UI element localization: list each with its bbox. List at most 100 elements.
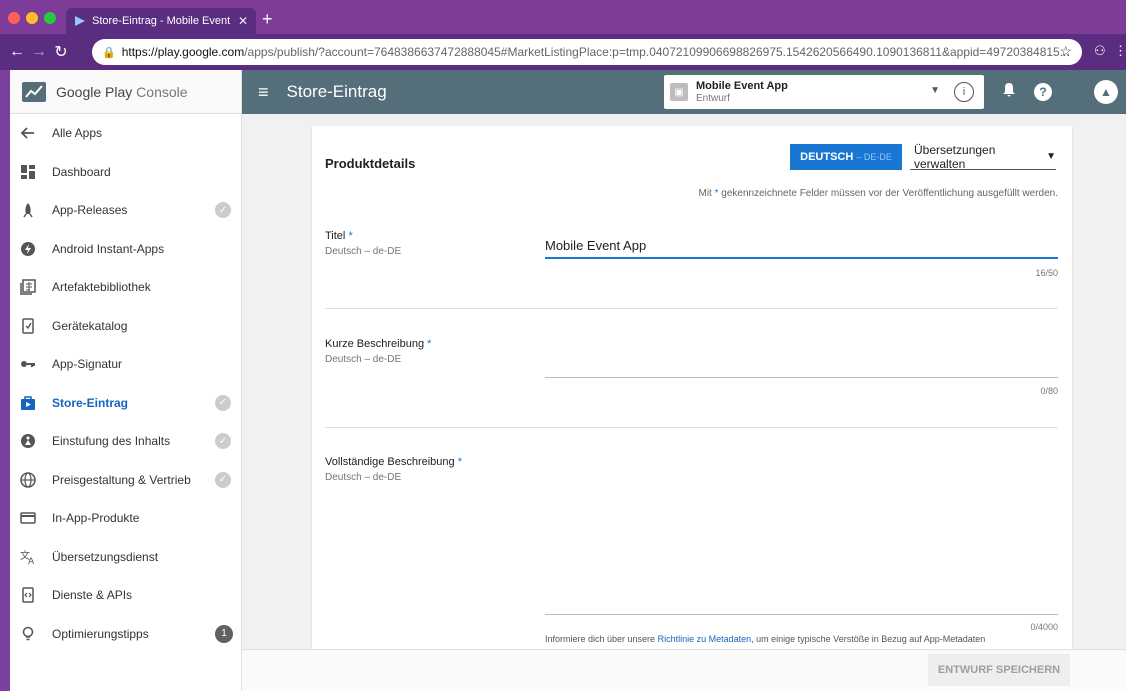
- sidebar-item-label: Alle Apps: [52, 126, 103, 141]
- extension-icon[interactable]: ⚇: [1094, 43, 1106, 59]
- device-icon: [18, 316, 38, 336]
- main-content: Produktdetails DEUTSCH – DE-DE Übersetzu…: [242, 114, 1126, 691]
- close-tab-icon[interactable]: ✕: [238, 14, 248, 28]
- short-description-underline: [545, 377, 1058, 378]
- sidebar-item-label: App-Signatur: [52, 357, 123, 372]
- required-note-star: *: [714, 188, 719, 199]
- sidebar: Google Play Console Alle Apps Dashboard Ap…: [10, 70, 242, 691]
- globe-icon: [18, 470, 38, 490]
- metadata-policy-note: Informiere dich über unsere Richtlinie z…: [545, 634, 985, 644]
- sidebar-item-übersetzungsdienst[interactable]: 文 A Übersetzungsdienst: [10, 538, 241, 577]
- sidebar-item-label: In-App-Produkte: [52, 511, 140, 526]
- new-tab-button[interactable]: +: [262, 9, 273, 29]
- bookmark-star-icon[interactable]: ☆: [1059, 43, 1072, 60]
- full-description-underline: [545, 614, 1058, 615]
- sidebar-item-gerätekatalog[interactable]: Gerätekatalog: [10, 307, 241, 346]
- sidebar-item-store-eintrag[interactable]: Store-Eintrag ✓: [10, 384, 241, 423]
- chevron-down-icon: ▼: [930, 85, 940, 96]
- minimize-window-button[interactable]: [26, 12, 38, 24]
- full-description-input[interactable]: [545, 452, 1058, 612]
- sidebar-item-label: Dienste & APIs: [52, 588, 133, 603]
- product-details-card: Produktdetails DEUTSCH – DE-DE Übersetzu…: [312, 126, 1072, 656]
- sidebar-item-dashboard[interactable]: Dashboard: [10, 153, 241, 192]
- sidebar-item-artefaktebibliothek[interactable]: Artefaktebibliothek: [10, 268, 241, 307]
- sidebar-item-preisgestaltung-vertrieb[interactable]: Preisgestaltung & Vertrieb ✓: [10, 461, 241, 500]
- sidebar-item-in-app-produkte[interactable]: In-App-Produkte: [10, 499, 241, 538]
- sidebar-header: Google Play Console: [10, 70, 241, 114]
- hamburger-menu-icon[interactable]: ≡: [258, 82, 269, 103]
- check-circle-icon: ✓: [215, 433, 231, 450]
- rating-icon: [18, 431, 38, 451]
- short-description-input[interactable]: [545, 346, 1058, 376]
- sidebar-item-label: Store-Eintrag: [52, 395, 129, 410]
- more-menu-icon[interactable]: ⋮: [1114, 43, 1126, 59]
- help-icon[interactable]: ?: [1034, 83, 1052, 101]
- required-note-post: gekennzeichnete Felder müssen vor der Ve…: [721, 188, 1058, 199]
- sidebar-item-einstufung-des-inhalts[interactable]: Einstufung des Inhalts ✓: [10, 422, 241, 461]
- browser-tab-strip: Store-Eintrag - Mobile Event A ✕ +: [0, 0, 1126, 34]
- sidebar-item-label: Gerätekatalog: [52, 318, 128, 333]
- short-description-label-text: Kurze Beschreibung: [325, 338, 425, 350]
- sidebar-item-label: Dashboard: [52, 164, 111, 179]
- sidebar-item-label: Android Instant-Apps: [52, 241, 165, 256]
- sidebar-item-label: App-Releases: [52, 203, 128, 218]
- forward-icon[interactable]: →: [28, 43, 50, 61]
- library-icon: [18, 277, 38, 297]
- card-icon: [18, 508, 38, 528]
- footer-bar: ENTWURF SPEICHERN: [242, 649, 1126, 691]
- sidebar-item-optimierungstipps[interactable]: Optimierungstipps 1: [10, 615, 241, 654]
- key-icon: [18, 354, 38, 374]
- check-circle-icon: ✓: [215, 394, 231, 411]
- account-avatar-icon[interactable]: ▲: [1094, 80, 1118, 104]
- full-description-label: Vollständige Beschreibung *: [325, 456, 462, 468]
- app-header: ≡ Store-Eintrag ▣ Mobile Event App Entwu…: [242, 70, 1126, 114]
- chevron-down-icon: ▼: [1046, 151, 1056, 162]
- sidebar-item-app-signatur[interactable]: App-Signatur: [10, 345, 241, 384]
- language-label: DEUTSCH: [800, 151, 854, 163]
- brand-console: Console: [136, 83, 188, 100]
- required-star: *: [457, 456, 462, 468]
- title-char-counter: 16/50: [1035, 268, 1058, 278]
- app-selector[interactable]: ▣ Mobile Event App Entwurf ▼ i: [664, 75, 984, 109]
- short-description-label: Kurze Beschreibung *: [325, 338, 431, 350]
- arrow-back-icon: [18, 123, 38, 143]
- sidebar-item-alle-apps[interactable]: Alle Apps: [10, 114, 241, 153]
- sidebar-item-android-instant-apps[interactable]: Android Instant-Apps: [10, 230, 241, 269]
- required-note-pre: Mit: [698, 188, 712, 199]
- close-window-button[interactable]: [8, 12, 20, 24]
- required-star: *: [348, 230, 353, 242]
- sidebar-item-app-releases[interactable]: App-Releases ✓: [10, 191, 241, 230]
- brand-google-play: Google Play: [56, 83, 133, 100]
- check-circle-icon: ✓: [215, 202, 231, 219]
- metadata-policy-link[interactable]: Richtlinie zu Metadaten: [658, 634, 752, 644]
- sidebar-item-label: Einstufung des Inhalts: [52, 434, 171, 449]
- title-field-label: Titel *: [325, 230, 353, 242]
- browser-tab[interactable]: Store-Eintrag - Mobile Event A ✕: [66, 8, 256, 34]
- maximize-window-button[interactable]: [44, 12, 56, 24]
- full-description-char-counter: 0/4000: [1030, 622, 1058, 632]
- url-bar[interactable]: 🔒 https://play.google.com/apps/publish/?…: [92, 39, 1082, 65]
- title-input[interactable]: Mobile Event App: [545, 238, 1058, 253]
- count-badge: 1: [215, 624, 233, 643]
- short-description-char-counter: 0/80: [1040, 386, 1058, 396]
- android-app-icon: ▣: [670, 83, 688, 101]
- notifications-bell-icon[interactable]: [1002, 82, 1016, 103]
- brand-name[interactable]: Google Play Console: [56, 84, 188, 100]
- short-description-locale: Deutsch – de-DE: [325, 354, 402, 365]
- info-icon[interactable]: i: [954, 82, 974, 102]
- language-button[interactable]: DEUTSCH – DE-DE: [790, 144, 902, 170]
- full-description-locale: Deutsch – de-DE: [325, 472, 402, 483]
- lock-icon: 🔒: [102, 46, 116, 59]
- sidebar-item-dienste-apis[interactable]: Dienste & APIs: [10, 576, 241, 615]
- title-input-underline: [545, 257, 1058, 259]
- save-draft-button[interactable]: ENTWURF SPEICHERN: [928, 654, 1070, 686]
- full-description-label-text: Vollständige Beschreibung: [325, 456, 455, 468]
- required-fields-note: Mit * gekennzeichnete Felder müssen vor …: [698, 188, 1058, 199]
- bulb-icon: [18, 624, 38, 644]
- dashboard-icon: [18, 162, 38, 182]
- divider: [325, 427, 1058, 428]
- reload-icon[interactable]: ↻: [50, 42, 72, 62]
- back-icon[interactable]: ←: [6, 43, 28, 61]
- translate-icon: 文A: [18, 547, 38, 567]
- manage-translations-dropdown[interactable]: Übersetzungen verwalten ▼: [910, 143, 1056, 171]
